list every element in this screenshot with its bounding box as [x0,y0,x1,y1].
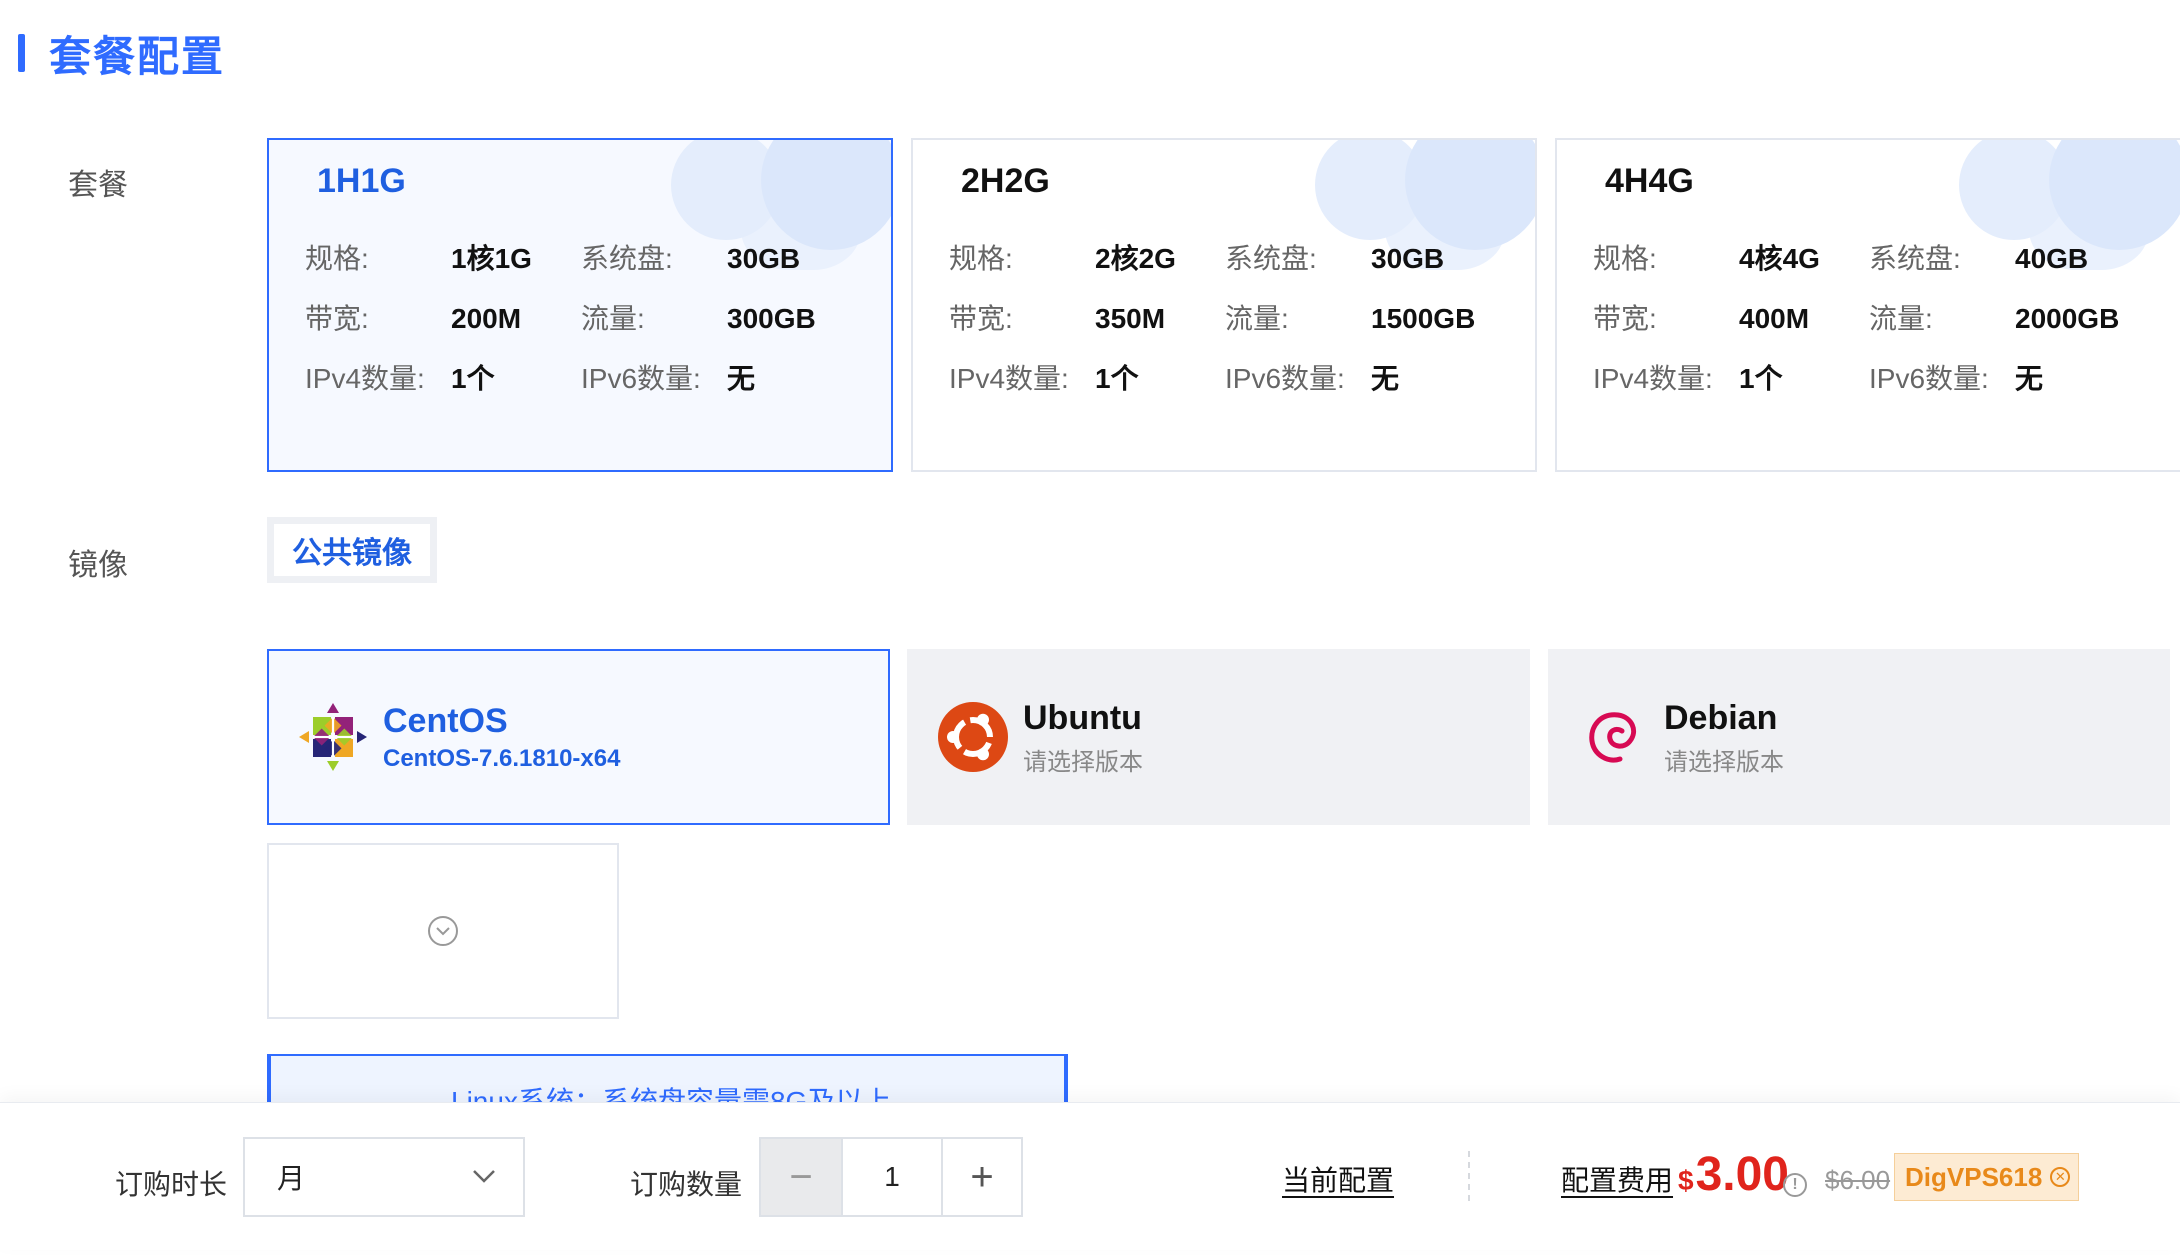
spec-value: 40GB [2015,243,2089,274]
system-disk-notice: Linux系统：系统盘容量需8G及以上 [267,1054,1068,1102]
spec-label: 规格: [949,243,1013,274]
cloud-decoration [1315,140,1535,270]
tab-public-image[interactable]: 公共镜像 [274,524,430,576]
section-header: 套餐配置 [18,30,225,80]
spec-label: 系统盘: [581,243,673,274]
spec-label: 流量: [1225,303,1289,334]
spec-label: 系统盘: [1225,243,1317,274]
price-value: 3.00 [1695,1148,1789,1201]
plan-card-4h4g[interactable]: 4H4G 规格: 4核4G 系统盘: 40GB 带宽: 400M 流量: 2000GB … [1555,138,2180,472]
os-name: Ubuntu [1023,698,1142,737]
duration-select[interactable]: 月 [243,1137,525,1217]
spec-label: 带宽: [305,303,369,334]
cloud-decoration [1959,140,2180,270]
spec-value: 1500GB [1371,303,1476,334]
plan-card-1h1g[interactable]: 1H1G 规格: 1核1G 系统盘: 30GB 带宽: 200M 流量: 300GB I… [267,138,893,472]
spec-label: IPv4数量: [305,363,425,394]
original-price: $6.00 [1825,1165,1891,1195]
spec-value: 2000GB [2015,303,2120,334]
os-name: CentOS [383,702,508,740]
spec-value: 4核4G [1739,243,1820,274]
notice-text: Linux系统：系统盘容量需8G及以上 [451,1086,892,1102]
close-icon[interactable]: ✕ [2050,1167,2071,1187]
os-text: CentOS CentOS-7.6.1810-x64 [383,701,620,773]
order-bottom-bar: 订购时长 月 订购数量 − 1 + 当前配置 配置费用 $ 3.00 ! $6.… [0,1102,2180,1250]
currency-symbol: $ [1678,1165,1694,1196]
spec-label: IPv4数量: [949,363,1069,394]
spec-label: IPv6数量: [581,363,701,394]
spec-value: 30GB [1371,243,1445,274]
chevron-down-icon [473,1170,495,1183]
more-images-button[interactable] [267,843,619,1019]
coupon-code: DigVPS618 [1905,1161,2043,1192]
spec-label: 规格: [1593,243,1657,274]
spec-value: 350M [1095,303,1166,334]
divider [1468,1151,1470,1201]
os-text: Ubuntu 请选择版本 [1023,698,1143,777]
os-text: Debian 请选择版本 [1664,698,1784,777]
plan-card-2h2g[interactable]: 2H2G 规格: 2核2G 系统盘: 30GB 带宽: 350M 流量: 1500GB … [911,138,1537,472]
spec-label: 带宽: [949,303,1013,334]
spec-label: 规格: [305,243,369,274]
plan-specs: 规格: 1核1G 系统盘: 30GB 带宽: 200M 流量: 300GB IPv4数量… [305,240,857,398]
section-title: 套餐配置 [49,32,226,80]
spec-value: 无 [1371,363,1400,394]
spec-value: 1个 [1739,363,1783,394]
spec-value: 1核1G [451,243,532,274]
plan-specs: 规格: 2核2G 系统盘: 30GB 带宽: 350M 流量: 1500GB IPv4数… [949,240,1501,398]
image-row-label: 镜像 [68,549,128,582]
cloud-decoration [671,140,891,270]
plan-name: 4H4G [1605,162,1694,200]
image-tabs: 公共镜像 [267,517,437,583]
plan-row-label: 套餐 [68,169,128,202]
spec-value: 400M [1739,303,1810,334]
ubuntu-logo-icon [937,701,1009,773]
os-version-select[interactable]: 请选择版本 [1023,742,1143,777]
plan-specs: 规格: 4核4G 系统盘: 40GB 带宽: 400M 流量: 2000GB IPv4数… [1593,240,2145,398]
spec-label: 带宽: [1593,303,1657,334]
spec-value: 1个 [1095,363,1139,394]
page: 套餐配置 套餐 1H1G 规格: 1核1G 系统盘: 30GB 带宽: 200M 流量… [0,0,2180,1258]
os-name: Debian [1664,698,1778,737]
quantity-decrement-button[interactable]: − [761,1139,843,1215]
current-config-link[interactable]: 当前配置 [1282,1159,1394,1199]
spec-value: 300GB [727,303,816,334]
os-version-select[interactable]: 请选择版本 [1664,742,1784,777]
spec-value: 无 [2015,363,2044,394]
spec-label: 流量: [581,303,645,334]
spec-value: 无 [727,363,756,394]
spec-label: 系统盘: [1869,243,1961,274]
plan-name: 1H1G [317,162,406,200]
os-card-centos[interactable]: CentOS CentOS-7.6.1810-x64 [267,649,890,825]
chevron-down-circle-icon [428,916,458,946]
quantity-label: 订购数量 [630,1169,743,1200]
price-display: $ 3.00 [1678,1147,1789,1202]
spec-label: IPv4数量: [1593,363,1713,394]
quantity-increment-button[interactable]: + [941,1139,1021,1215]
centos-logo-icon [297,701,369,773]
coupon-badge: DigVPS618 ✕ [1894,1153,2079,1201]
duration-label: 订购时长 [115,1169,228,1200]
spec-value: 2核2G [1095,243,1176,274]
spec-label: IPv6数量: [1225,363,1345,394]
os-card-ubuntu[interactable]: Ubuntu 请选择版本 [907,649,1530,825]
duration-value: 月 [277,1163,306,1194]
spec-label: IPv6数量: [1869,363,1989,394]
os-card-debian[interactable]: Debian 请选择版本 [1548,649,2170,825]
spec-value: 30GB [727,243,801,274]
os-version: CentOS-7.6.1810-x64 [383,745,621,772]
spec-label: 流量: [1869,303,1933,334]
quantity-stepper: − 1 + [759,1137,1023,1217]
info-icon[interactable]: ! [1783,1173,1807,1197]
fee-details-link[interactable]: 配置费用 [1561,1159,1673,1199]
debian-logo-icon [1578,701,1650,773]
section-accent-bar [18,34,25,72]
quantity-input[interactable]: 1 [843,1139,941,1215]
spec-value: 200M [451,303,522,334]
plan-name: 2H2G [961,162,1050,200]
spec-value: 1个 [451,363,495,394]
